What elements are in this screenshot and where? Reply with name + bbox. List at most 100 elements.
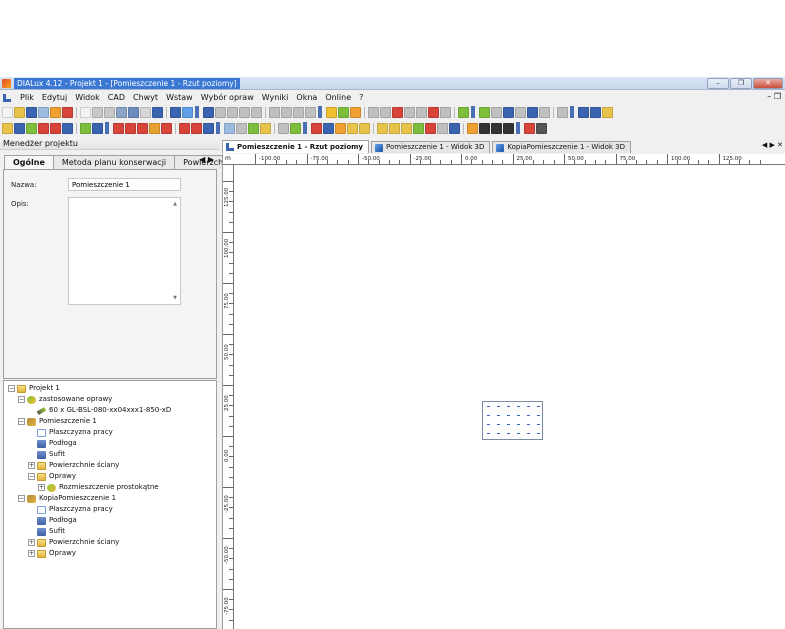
tree-item[interactable]: + Rozmieszczenie prostokątne <box>38 482 159 493</box>
toolbar-button-icon[interactable] <box>215 106 226 118</box>
toolbar-button-icon[interactable] <box>449 122 460 134</box>
menu-widok[interactable]: Widok <box>71 92 104 104</box>
menu-wyniki[interactable]: Wyniki <box>258 92 293 104</box>
menu-online[interactable]: Online <box>321 92 355 104</box>
tree-item[interactable]: Sufit <box>28 526 65 537</box>
toolbar-button-icon[interactable] <box>578 106 589 118</box>
menu-wstaw[interactable]: Wstaw <box>162 92 197 104</box>
toolbar-button-icon[interactable] <box>224 122 235 134</box>
tab-metoda-planu-konserwacji[interactable]: Metoda planu konserwacji <box>52 155 176 169</box>
document-tab-controls[interactable]: ◀ ▶ ✕ <box>762 141 783 149</box>
collapse-icon[interactable]: − <box>18 418 25 425</box>
toolbar-button-icon[interactable] <box>467 122 478 134</box>
toolbar-button-icon[interactable] <box>590 106 601 118</box>
tree-item[interactable]: + Oprawy <box>28 548 76 559</box>
toolbar-button-icon[interactable] <box>80 122 91 134</box>
luminaire-marker[interactable] <box>527 433 530 434</box>
collapse-icon[interactable]: − <box>18 396 25 403</box>
toolbar-button-icon[interactable] <box>179 122 190 134</box>
luminaire-marker[interactable] <box>517 406 520 407</box>
toolbar-button-icon[interactable] <box>404 106 415 118</box>
toolbar-button-icon[interactable] <box>2 106 13 118</box>
tree-item[interactable]: − zastosowane oprawy <box>18 394 112 405</box>
toolbar-button-icon[interactable] <box>437 122 448 134</box>
toolbar-button-icon[interactable] <box>26 106 37 118</box>
tab-widok-3d[interactable]: Pomieszczenie 1 - Widok 3D <box>371 141 491 153</box>
luminaire-marker[interactable] <box>497 406 500 407</box>
toolbar-button-icon[interactable] <box>227 106 238 118</box>
tree-item[interactable]: + Powierzchnie ściany <box>28 460 119 471</box>
tab-kopia-widok-3d[interactable]: KopiaPomieszczenie 1 - Widok 3D <box>492 141 631 153</box>
toolbar-button-icon[interactable] <box>515 106 526 118</box>
room-outline[interactable] <box>482 401 543 440</box>
toolbar-button-icon[interactable] <box>368 106 379 118</box>
luminaire-marker[interactable] <box>537 415 540 416</box>
toolbar-button-icon[interactable] <box>491 106 502 118</box>
luminaire-marker[interactable] <box>497 415 500 416</box>
toolbar-button-icon[interactable] <box>323 122 334 134</box>
toolbar-button-icon[interactable] <box>290 122 301 134</box>
toolbar-button-icon[interactable] <box>38 106 49 118</box>
toolbar-overflow-chevron[interactable] <box>105 122 109 134</box>
toolbar-button-icon[interactable] <box>305 106 316 118</box>
toolbar-button-icon[interactable] <box>113 122 124 134</box>
menu-okna[interactable]: Okna <box>292 92 321 104</box>
toolbar-button-icon[interactable] <box>503 122 514 134</box>
toolbar-button-icon[interactable] <box>503 106 514 118</box>
expand-icon[interactable]: + <box>28 462 35 469</box>
luminaire-marker[interactable] <box>507 433 510 434</box>
toolbar-button-icon[interactable] <box>140 106 151 118</box>
toolbar-button-icon[interactable] <box>278 122 289 134</box>
toolbar-button-icon[interactable] <box>293 106 304 118</box>
collapse-icon[interactable]: − <box>8 385 15 392</box>
toolbar-button-icon[interactable] <box>602 106 613 118</box>
toolbar-button-icon[interactable] <box>50 122 61 134</box>
luminaire-marker[interactable] <box>537 424 540 425</box>
toolbar-overflow-chevron[interactable] <box>195 106 199 118</box>
toolbar-button-icon[interactable] <box>311 122 322 134</box>
toolbar-button-icon[interactable] <box>182 106 193 118</box>
scroll-up-icon[interactable]: ▲ <box>173 201 177 207</box>
luminaire-marker[interactable] <box>487 424 490 425</box>
tab-scroll-arrows[interactable]: ◀ ▶ <box>199 155 214 164</box>
luminaire-marker[interactable] <box>527 415 530 416</box>
toolbar-overflow-chevron[interactable] <box>318 106 322 118</box>
menu-edytuj[interactable]: Edytuj <box>38 92 71 104</box>
toolbar-overflow-chevron[interactable] <box>216 122 220 134</box>
toolbar-button-icon[interactable] <box>62 106 73 118</box>
luminaire-marker[interactable] <box>537 433 540 434</box>
toolbar-button-icon[interactable] <box>116 106 127 118</box>
toolbar-button-icon[interactable] <box>527 106 538 118</box>
tree-item[interactable]: Płaszczyzna pracy <box>28 427 113 438</box>
toolbar-button-icon[interactable] <box>161 122 172 134</box>
menu-chwyt[interactable]: Chwyt <box>129 92 162 104</box>
tree-item[interactable]: Podłoga <box>28 438 77 449</box>
luminaire-marker[interactable] <box>507 415 510 416</box>
close-button[interactable]: ✕ <box>753 78 783 89</box>
toolbar-button-icon[interactable] <box>125 122 136 134</box>
toolbar-button-icon[interactable] <box>104 106 115 118</box>
toolbar-button-icon[interactable] <box>128 106 139 118</box>
document-window-controls[interactable]: – ❐ <box>767 91 781 103</box>
luminaire-marker[interactable] <box>517 415 520 416</box>
toolbar-overflow-chevron[interactable] <box>303 122 307 134</box>
toolbar-button-icon[interactable] <box>401 122 412 134</box>
toolbar-button-icon[interactable] <box>14 122 25 134</box>
tab-rzut-poziomy[interactable]: Pomieszczenie 1 - Rzut poziomy <box>222 140 369 153</box>
floorplan-canvas[interactable]: m -100.00 -75.00 -50.00 -25.00 0.00 25.00 50.0… <box>222 154 785 629</box>
menu-wybor-opraw[interactable]: Wybór opraw <box>197 92 258 104</box>
toolbar-button-icon[interactable] <box>338 106 349 118</box>
toolbar-button-icon[interactable] <box>149 122 160 134</box>
toolbar-overflow-chevron[interactable] <box>570 106 574 118</box>
toolbar-button-icon[interactable] <box>191 122 202 134</box>
toolbar-button-icon[interactable] <box>425 122 436 134</box>
restore-button[interactable]: ❐ <box>730 78 752 89</box>
toolbar-button-icon[interactable] <box>389 122 400 134</box>
toolbar-button-icon[interactable] <box>38 122 49 134</box>
toolbar-button-icon[interactable] <box>326 106 337 118</box>
toolbar-button-icon[interactable] <box>428 106 439 118</box>
tree-item[interactable]: − Pomieszczenie 1 <box>18 416 97 427</box>
scroll-down-icon[interactable]: ▼ <box>173 295 177 301</box>
toolbar-button-icon[interactable] <box>377 122 388 134</box>
toolbar-button-icon[interactable] <box>26 122 37 134</box>
